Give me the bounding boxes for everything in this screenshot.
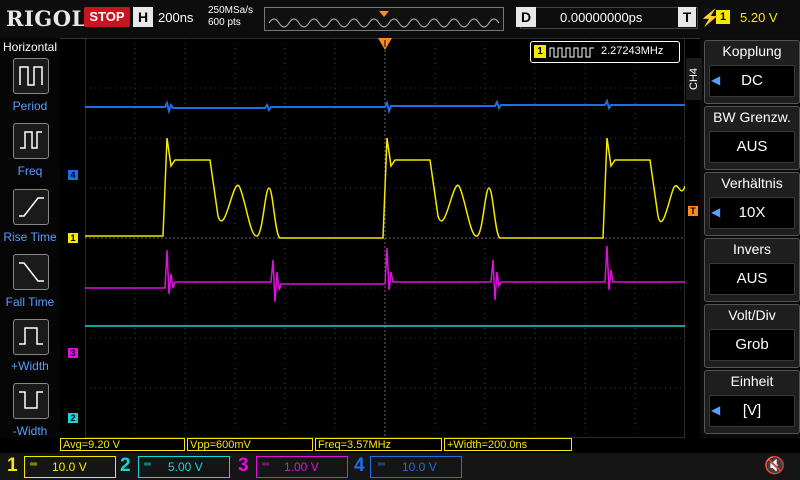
horizontal-badge: H <box>133 7 153 27</box>
fall-time-label: Fall Time <box>5 295 55 309</box>
waveform-display[interactable] <box>85 38 685 438</box>
bandwidth-limit-value: AUS <box>709 131 795 163</box>
memory-map-bar <box>264 7 504 31</box>
volt-div-value: Grob <box>709 329 795 361</box>
bandwidth-limit-menu-item[interactable]: BW Grenzw. AUS <box>704 106 800 170</box>
ch4-scale: 10.0 V <box>402 460 437 474</box>
ch2-number[interactable]: 2 <box>120 455 131 477</box>
left-menu-title: Horizontal <box>3 40 58 54</box>
volt-div-title: Volt/Div <box>728 307 776 323</box>
frequency-icon <box>20 131 42 149</box>
ch1-number[interactable]: 1 <box>7 455 18 477</box>
frequency-counter: 1 2.27243MHz <box>530 41 680 63</box>
trigger-source: 1 <box>716 10 730 24</box>
measurement-vpp[interactable]: Vpp=600mV <box>187 438 313 451</box>
positive-width-button[interactable] <box>13 319 49 355</box>
coupling-value: DC <box>709 65 795 97</box>
measurement-positive-width[interactable]: +Width=200.0ns <box>444 438 572 451</box>
probe-ratio-title: Verhältnis <box>721 175 783 191</box>
ch1-ground-marker[interactable]: 1 <box>68 233 78 243</box>
ch4-number[interactable]: 4 <box>354 455 365 477</box>
coupling-menu-item[interactable]: Kopplung DC ◀ <box>704 40 800 104</box>
delay-badge: D <box>516 7 536 27</box>
period-button[interactable] <box>13 58 49 94</box>
unit-selector-icon: ◀ <box>711 403 721 417</box>
rise-time-label: Rise Time <box>3 230 57 244</box>
ch4-tab[interactable]: CH4 <box>686 58 702 100</box>
measurement-avg[interactable]: Avg=9.20 V <box>60 438 185 451</box>
rise-time-icon <box>19 197 44 217</box>
volt-div-menu-item[interactable]: Volt/Div Grob <box>704 304 800 368</box>
ch3-number[interactable]: 3 <box>238 455 249 477</box>
coupling-selector-icon: ◀ <box>711 73 721 87</box>
freq-label: Freq <box>17 164 43 178</box>
coupling-title: Kopplung <box>722 43 782 59</box>
ch4-dc-coupling-icon: ═ <box>378 459 386 470</box>
frequency-counter-channel: 1 <box>534 45 546 58</box>
negative-width-label: -Width <box>12 424 48 438</box>
memory-depth: 600 pts <box>208 17 241 28</box>
negative-width-icon <box>19 391 43 409</box>
timebase-value[interactable]: 200ns <box>158 10 193 25</box>
fall-time-icon <box>19 262 44 282</box>
delay-value: 0.00000000ps <box>560 10 643 25</box>
frequency-counter-value: 2.27243MHz <box>601 45 664 57</box>
bandwidth-limit-title: BW Grenzw. <box>713 109 791 125</box>
ch1-scale: 10.0 V <box>52 460 87 474</box>
ch1-dc-coupling-icon: ═ <box>30 459 38 470</box>
negative-width-button[interactable] <box>13 383 49 419</box>
unit-menu-item[interactable]: Einheit [V] ◀ <box>704 370 800 434</box>
period-icon <box>19 66 43 86</box>
ch3-dc-coupling-icon: ═ <box>262 459 270 470</box>
trigger-level[interactable]: 5.20 V <box>740 10 778 25</box>
invert-menu-item[interactable]: Invers AUS <box>704 238 800 302</box>
square-wave-icon <box>549 47 594 58</box>
invert-value: AUS <box>709 263 795 295</box>
probe-ratio-selector-icon: ◀ <box>711 205 721 219</box>
ch3-ground-marker[interactable]: 3 <box>68 348 78 358</box>
speaker-muted-icon[interactable]: 🔇 <box>764 456 785 476</box>
trigger-badge: T <box>678 7 696 27</box>
unit-title: Einheit <box>730 373 774 389</box>
ch2-scale: 5.00 V <box>168 460 203 474</box>
positive-width-label: +Width <box>11 359 49 373</box>
period-label: Period <box>12 99 48 113</box>
rise-time-button[interactable] <box>13 189 49 225</box>
probe-ratio-value: 10X <box>709 197 795 229</box>
positive-width-icon <box>19 327 43 345</box>
run-stop-indicator[interactable]: STOP <box>84 7 130 27</box>
ch2-ground-marker[interactable]: 2 <box>68 413 78 423</box>
measurement-freq[interactable]: Freq=3.57MHz <box>315 438 442 451</box>
ch4-ground-marker[interactable]: 4 <box>68 170 78 180</box>
invert-title: Invers <box>732 241 772 257</box>
unit-value: [V] <box>709 395 795 427</box>
fall-time-button[interactable] <box>13 254 49 290</box>
ch2-dc-coupling-icon: ═ <box>144 459 152 470</box>
ch3-scale: 1.00 V <box>284 460 319 474</box>
sample-rate: 250MSa/s <box>208 5 254 16</box>
freq-button[interactable] <box>13 123 49 159</box>
brand-logo: RIGOL <box>6 6 87 31</box>
probe-ratio-menu-item[interactable]: Verhältnis 10X ◀ <box>704 172 800 236</box>
trigger-level-marker[interactable]: T <box>688 206 698 216</box>
memory-map-waveform <box>268 11 500 28</box>
